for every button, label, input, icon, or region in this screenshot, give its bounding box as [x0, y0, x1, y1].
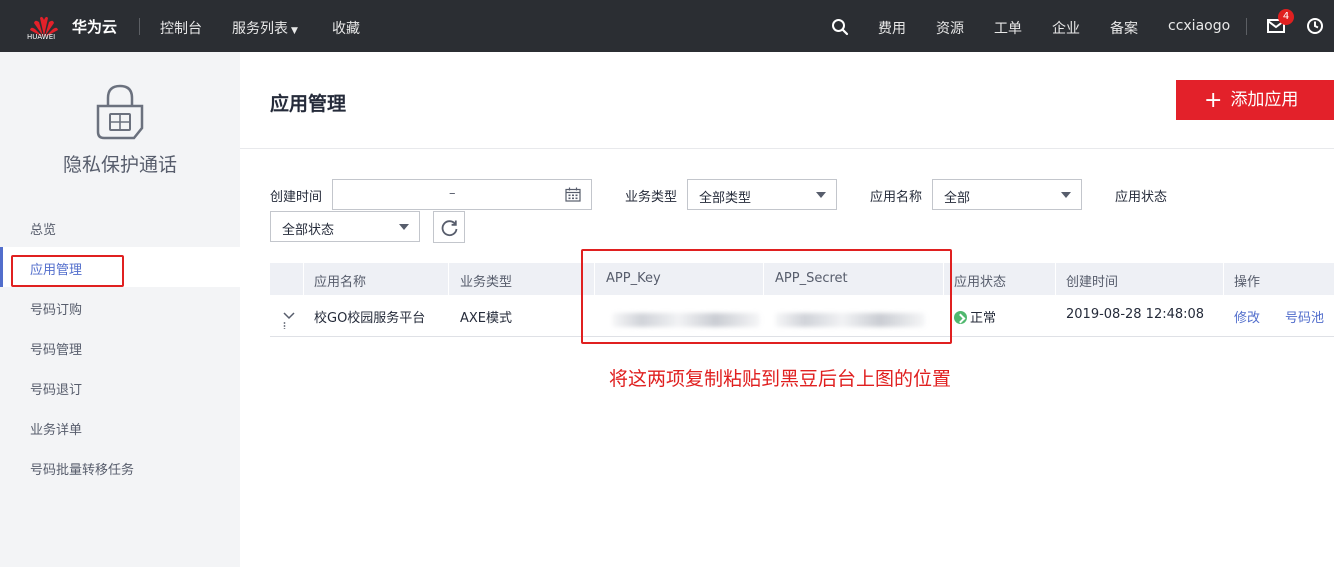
- column-header-created: 创建时间: [1066, 275, 1119, 290]
- nav-resources[interactable]: 资源: [936, 18, 964, 38]
- app-name-value: 全部: [944, 191, 971, 206]
- create-time-range-picker[interactable]: –: [332, 179, 592, 210]
- business-type-select[interactable]: 全部类型: [687, 179, 837, 210]
- highlight-box-sidebar: [11, 255, 124, 287]
- nav-console[interactable]: 控制台: [160, 18, 202, 38]
- cell-business-type: AXE模式: [460, 311, 513, 326]
- column-separator: [303, 263, 304, 295]
- app-name-select[interactable]: 全部: [932, 179, 1082, 210]
- expand-row-icon[interactable]: [282, 307, 296, 329]
- cell-status: 正常: [954, 307, 996, 326]
- cell-app-name: 校GO校园服务平台: [314, 311, 426, 326]
- nav-tickets[interactable]: 工单: [994, 18, 1022, 38]
- app-status-label: 应用状态: [1115, 190, 1168, 205]
- annotation-text: 将这两项复制粘贴到黑豆后台上图的位置: [609, 368, 952, 390]
- column-header-business-type: 业务类型: [460, 275, 513, 290]
- status-ok-icon: [954, 311, 967, 324]
- divider: [139, 18, 140, 35]
- sidebar-item-number-unsubscribe[interactable]: 号码退订: [30, 379, 82, 398]
- top-navbar: HUAWEI 华为云 控制台 服务列表 ▼ 收藏 费用 资源 工单 企业 备案 c…: [0, 0, 1334, 52]
- highlight-box-credentials: [581, 249, 952, 344]
- huawei-logo-text: HUAWEI: [27, 33, 56, 41]
- column-header-app-name: 应用名称: [314, 275, 367, 290]
- header-divider: [240, 148, 1334, 149]
- nav-billing[interactable]: 费用: [878, 18, 906, 38]
- sidebar-item-business-details[interactable]: 业务详单: [30, 419, 82, 438]
- refresh-button[interactable]: [433, 211, 465, 243]
- caret-down-icon: ▼: [291, 26, 298, 36]
- column-separator: [1223, 263, 1224, 295]
- divider: [1246, 18, 1247, 35]
- nav-service-list-label: 服务列表: [232, 21, 288, 37]
- brand-name[interactable]: 华为云: [72, 16, 117, 37]
- user-account-menu[interactable]: ccxiaogo: [1168, 18, 1230, 34]
- column-separator: [448, 263, 449, 295]
- app-name-label: 应用名称: [870, 190, 923, 205]
- app-status-value: 全部状态: [282, 223, 335, 238]
- sidebar-item-number-management[interactable]: 号码管理: [30, 339, 82, 358]
- clock-icon[interactable]: [1306, 17, 1324, 35]
- business-type-label: 业务类型: [625, 190, 678, 205]
- create-time-label: 创建时间: [270, 190, 323, 205]
- refresh-icon: [441, 220, 458, 237]
- number-pool-link[interactable]: 号码池: [1285, 307, 1324, 326]
- nav-filing[interactable]: 备案: [1110, 18, 1138, 38]
- sidebar-item-batch-transfer[interactable]: 号码批量转移任务: [30, 459, 134, 478]
- add-app-button-label: 添加应用: [1230, 90, 1299, 110]
- calendar-icon[interactable]: [565, 187, 581, 202]
- sim-card-icon: [96, 84, 144, 140]
- business-type-value: 全部类型: [699, 191, 752, 206]
- column-header-status: 应用状态: [954, 275, 1007, 290]
- page-title: 应用管理: [270, 93, 347, 115]
- date-range-separator: –: [449, 186, 456, 201]
- nav-service-list[interactable]: 服务列表 ▼: [232, 18, 298, 38]
- column-header-actions: 操作: [1234, 275, 1261, 290]
- cell-created-time: 2019-08-28 12:48:08: [1066, 307, 1205, 322]
- plus-icon: +: [1204, 88, 1223, 113]
- edit-link[interactable]: 修改: [1234, 307, 1260, 326]
- app-status-select[interactable]: 全部状态: [270, 211, 420, 242]
- chevron-down-icon: [1061, 192, 1071, 198]
- nav-favorites[interactable]: 收藏: [332, 18, 360, 38]
- sidebar-item-number-purchase[interactable]: 号码订购: [30, 299, 82, 318]
- chevron-down-icon: [399, 224, 409, 230]
- sidebar-active-indicator: [0, 247, 3, 287]
- search-icon[interactable]: [831, 18, 849, 36]
- add-app-button[interactable]: + 添加应用: [1176, 80, 1334, 120]
- chevron-down-icon: [816, 192, 826, 198]
- cell-status-label: 正常: [970, 311, 997, 326]
- sidebar-item-overview[interactable]: 总览: [30, 219, 56, 238]
- nav-enterprise[interactable]: 企业: [1052, 18, 1080, 38]
- column-separator: [1055, 263, 1056, 295]
- service-title: 隐私保护通话: [62, 154, 177, 176]
- notification-badge: 4: [1278, 9, 1294, 25]
